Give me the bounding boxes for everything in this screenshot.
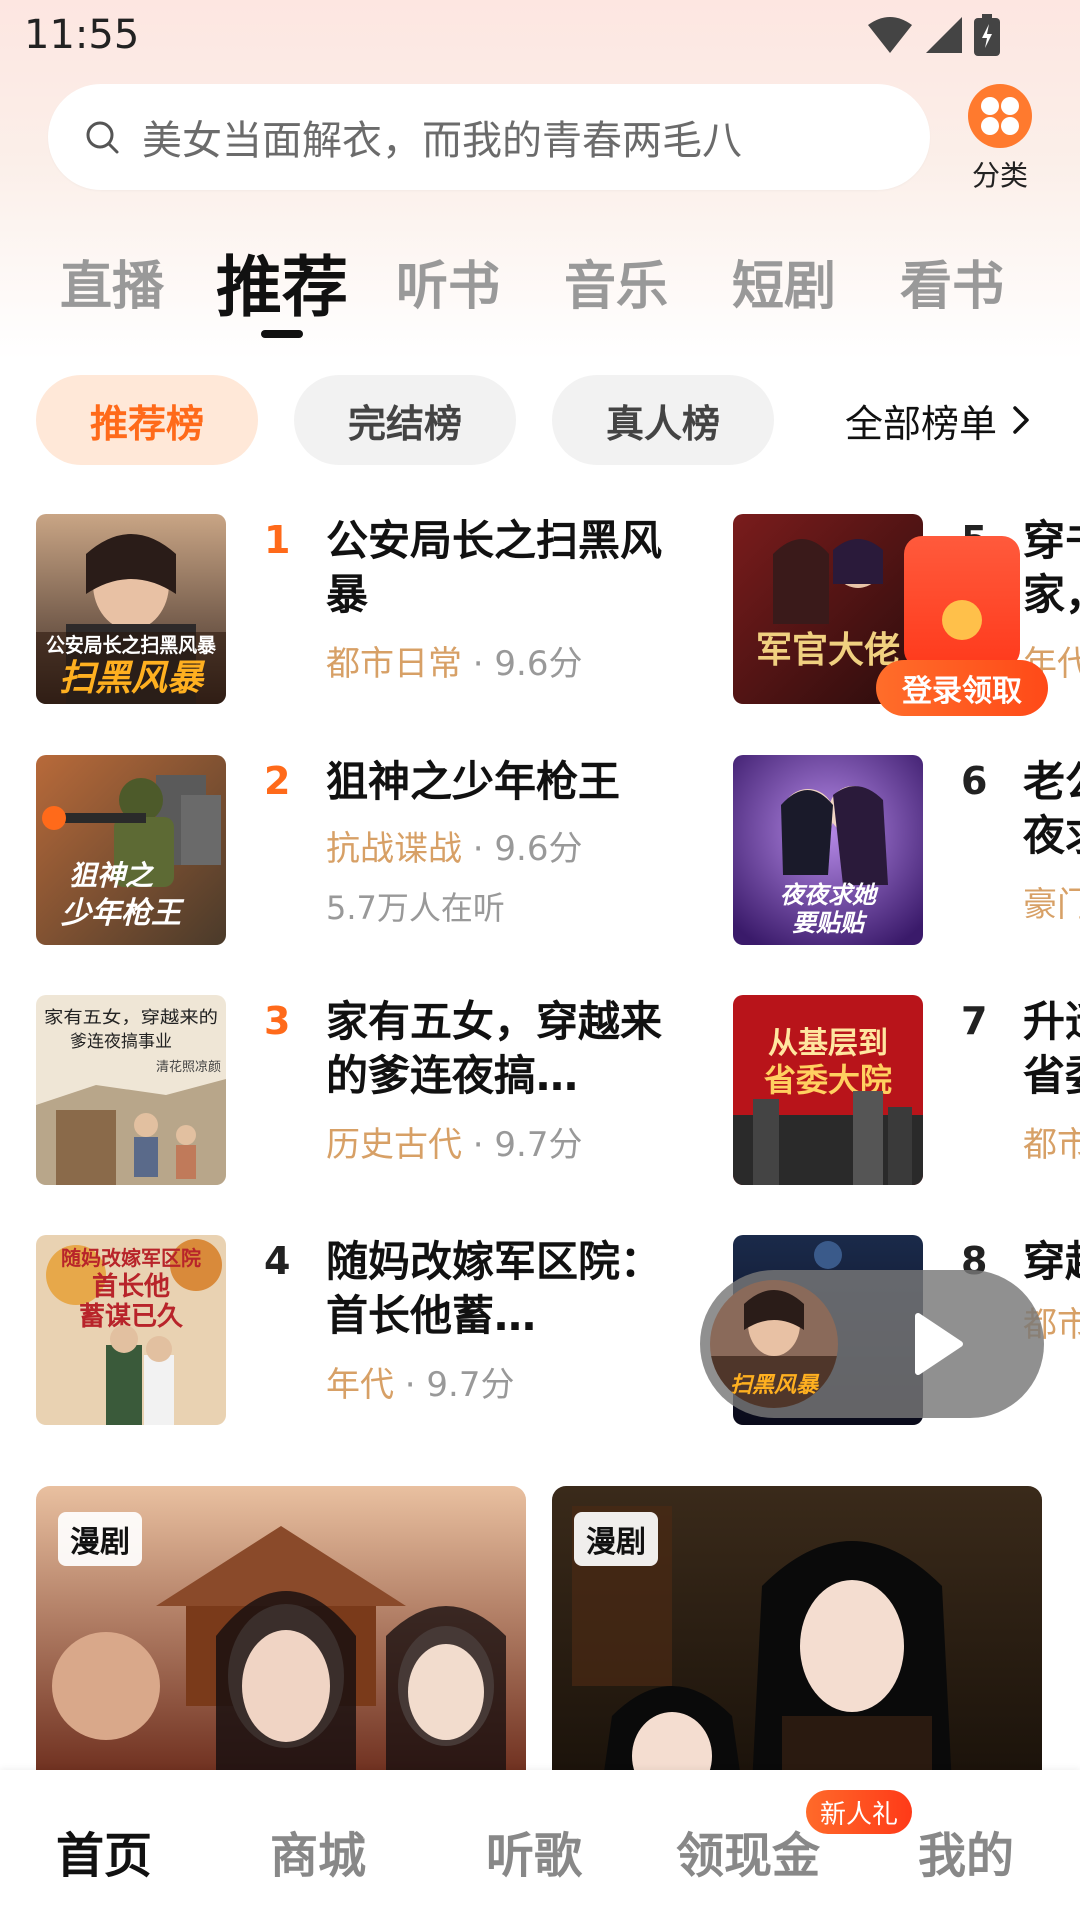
- drama-badge: 漫剧: [58, 1512, 142, 1566]
- tab-audiobook[interactable]: 听书: [396, 244, 500, 319]
- book-genre: 都市: [1023, 1125, 1080, 1165]
- tab-short-drama[interactable]: 短剧: [732, 244, 836, 319]
- rank-number: 6: [961, 759, 988, 803]
- book-cover: 狙神之 少年枪王: [36, 755, 226, 945]
- book-cover: 公安局长之扫黑风暴 扫黑风暴: [36, 514, 226, 704]
- nav-home[interactable]: 首页: [56, 1816, 152, 1886]
- category-label: 分类: [971, 159, 1028, 192]
- book-cover: 家有五女，穿越来的 爹连夜搞事业 清花照凉颜: [36, 995, 226, 1185]
- drama-card[interactable]: 漫剧: [552, 1486, 1042, 1786]
- mini-player[interactable]: 扫黑风暴: [700, 1270, 1044, 1418]
- main-tabs: 直播 推荐 听书 音乐 短剧 看书: [0, 234, 1080, 344]
- svg-text:首长他: 首长他: [92, 1271, 170, 1302]
- tab-read[interactable]: 看书: [900, 244, 1004, 319]
- book-item[interactable]: 从基层到 省委大院 7 升迁 省委 都市: [733, 995, 1080, 1187]
- battery-icon: [974, 14, 1000, 56]
- book-cover: 夜夜求她 要贴贴: [733, 755, 923, 945]
- login-reward-label: 登录领取: [876, 660, 1048, 716]
- tab-music[interactable]: 音乐: [564, 244, 668, 319]
- ranking-tabs: 推荐榜 完结榜 真人榜 全部榜单: [0, 375, 1080, 465]
- book-item[interactable]: 夜夜求她 要贴贴 6 老公 夜求 豪门: [733, 755, 1080, 947]
- all-rankings-label: 全部榜单: [845, 401, 998, 446]
- new-user-gift-badge: 新人礼: [806, 1790, 913, 1834]
- category-icon: [968, 84, 1032, 148]
- rank-number: 2: [264, 759, 291, 803]
- book-score: · 9.6分: [462, 829, 583, 869]
- book-item[interactable]: 家有五女，穿越来的 爹连夜搞事业 清花照凉颜 3 家有五女，穿越来的爹连夜搞… …: [36, 995, 696, 1187]
- book-item[interactable]: 狙神之 少年枪王 2 狙神之少年枪王 抗战谍战 · 9.6分 5.7万人在听: [36, 755, 696, 947]
- book-meta: 历史古代 · 9.7分: [326, 1117, 583, 1166]
- nav-earn-cash[interactable]: 领现金: [676, 1816, 820, 1886]
- svg-text:家有五女，穿越来的: 家有五女，穿越来的: [44, 1008, 218, 1028]
- book-meta: 都市: [1023, 1117, 1080, 1166]
- nav-music[interactable]: 听歌: [486, 1816, 582, 1886]
- chip-real-voice-rank[interactable]: 真人榜: [552, 375, 774, 465]
- book-cover: 从基层到 省委大院: [733, 995, 923, 1185]
- all-rankings-link[interactable]: 全部榜单: [845, 375, 1035, 465]
- active-tab-indicator: [261, 330, 303, 338]
- book-cover: 随妈改嫁军区院 首长他 蓄谋已久: [36, 1235, 226, 1425]
- svg-text:夜夜求她: 夜夜求她: [780, 880, 879, 909]
- book-title: 升迁 省委: [1023, 997, 1080, 1100]
- cover-title: 公安局长之扫黑风暴: [46, 633, 217, 657]
- tab-live[interactable]: 直播: [60, 244, 164, 319]
- book-genre: 抗战谍战: [326, 829, 462, 869]
- red-packet-seal: [942, 600, 982, 640]
- book-genre: 豪门: [1023, 885, 1080, 925]
- svg-text:扫黑风暴: 扫黑风暴: [59, 658, 206, 699]
- svg-text:狙神之: 狙神之: [69, 859, 155, 892]
- book-meta: 年代 · 9.7分: [326, 1357, 515, 1406]
- wifi-icon: [868, 17, 912, 53]
- play-icon[interactable]: [900, 1308, 970, 1380]
- mini-player-cover: 扫黑风暴: [710, 1280, 838, 1408]
- status-icons: [866, 14, 1000, 56]
- book-score: · 9.6分: [462, 644, 583, 684]
- book-title: 狙神之少年枪王: [326, 757, 621, 806]
- bottom-navigation: 首页 商城 听歌 领现金 我的 新人礼: [0, 1770, 1080, 1920]
- search-placeholder: 美女当面解衣，而我的青春两毛八: [142, 118, 742, 164]
- login-reward-button[interactable]: 登录领取: [872, 530, 1052, 720]
- book-score: · 9.7分: [394, 1365, 515, 1405]
- tab-recommend[interactable]: 推荐: [216, 234, 348, 330]
- drama-badge: 漫剧: [574, 1512, 658, 1566]
- rank-number: 3: [264, 999, 291, 1043]
- book-score: · 9.7分: [462, 1125, 583, 1165]
- nav-profile[interactable]: 我的: [918, 1816, 1014, 1886]
- book-meta: 抗战谍战 · 9.6分: [326, 821, 583, 870]
- search-icon: [86, 121, 119, 154]
- status-time: 11:55: [24, 12, 140, 58]
- chevron-right-icon: [1013, 406, 1029, 434]
- book-title: 随妈改嫁军区院：首长他蓄…: [326, 1237, 663, 1340]
- rank-number: 7: [961, 999, 988, 1043]
- category-button[interactable]: 分类: [960, 84, 1040, 194]
- cellular-signal-icon: [926, 17, 962, 53]
- book-title: 老公 夜求: [1023, 757, 1080, 860]
- book-genre: 历史古代: [326, 1125, 462, 1165]
- book-title: 穿越: [1023, 1237, 1080, 1286]
- nav-mall[interactable]: 商城: [270, 1816, 366, 1886]
- book-title: 家有五女，穿越来的爹连夜搞…: [326, 997, 663, 1100]
- book-meta: 都市日常 · 9.6分: [326, 636, 583, 685]
- cover-title: 少年枪王: [61, 896, 185, 931]
- book-item[interactable]: 公安局长之扫黑风暴 扫黑风暴 1 公安局长之扫黑风暴 都市日常 · 9.6分: [36, 514, 696, 706]
- rank-number: 1: [264, 518, 291, 562]
- drama-card[interactable]: 漫剧: [36, 1486, 526, 1786]
- status-bar: 11:55: [0, 0, 1080, 72]
- book-meta: 豪门: [1023, 877, 1080, 926]
- search-bar[interactable]: 美女当面解衣，而我的青春两毛八: [48, 84, 930, 190]
- svg-text:要贴贴: 要贴贴: [792, 908, 868, 937]
- book-genre: 都市日常: [326, 644, 462, 684]
- svg-text:扫黑风暴: 扫黑风暴: [730, 1373, 820, 1398]
- chip-finished-rank[interactable]: 完结榜: [294, 375, 516, 465]
- svg-text:爹连夜搞事业: 爹连夜搞事业: [70, 1032, 172, 1052]
- rank-number: 4: [264, 1239, 291, 1283]
- listener-count: 5.7万人在听: [326, 889, 505, 927]
- svg-text:随妈改嫁军区院: 随妈改嫁军区院: [61, 1246, 201, 1270]
- book-title: 公安局长之扫黑风暴: [326, 516, 663, 619]
- book-item[interactable]: 随妈改嫁军区院 首长他 蓄谋已久 4 随妈改嫁军区院：首长他蓄… 年代 · 9.…: [36, 1235, 696, 1427]
- chip-recommend-rank[interactable]: 推荐榜: [36, 375, 258, 465]
- svg-text:从基层到: 从基层到: [768, 1026, 888, 1061]
- book-genre: 年代: [326, 1365, 394, 1405]
- cover-author: 清花照凉颜: [156, 1059, 221, 1075]
